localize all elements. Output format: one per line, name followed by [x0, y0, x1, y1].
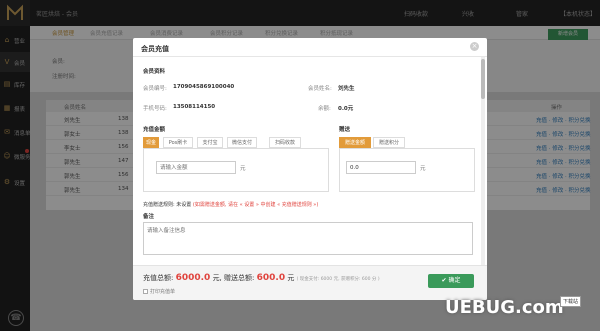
pay-scan-tab[interactable]: 扫码收款: [269, 137, 301, 148]
recharge-panel: 元: [143, 148, 329, 192]
amount-unit: 元: [240, 166, 246, 172]
print-checkbox[interactable]: 打印充值单: [143, 288, 175, 295]
gift-panel: 元: [339, 148, 475, 192]
recharge-heading: 充值金额: [143, 127, 166, 133]
dialog-title: 会员充值: [141, 45, 169, 53]
gift-amount-tab[interactable]: 赠送金额: [339, 137, 371, 148]
phone-value: 13508114150: [173, 104, 216, 110]
pay-pos-tab[interactable]: Pos刷卡: [163, 137, 193, 148]
recharge-dialog: 会员充值 × 会员资料 会员编号: 1709045869100040 会员姓名:…: [133, 38, 487, 300]
pay-cash-tab[interactable]: 现金: [143, 137, 159, 148]
gift-heading: 赠送: [339, 127, 351, 133]
card-label: 会员编号:: [143, 86, 167, 92]
card-value: 1709045869100040: [173, 84, 235, 90]
totals-line: 充值总额: 6000.0 元, 赠送总额: 600.0 元 ( 现金支付: 60…: [143, 273, 380, 283]
gift-unit: 元: [420, 166, 426, 172]
gift-total-value: 600.0: [256, 273, 286, 283]
balance-value: 0.0元: [338, 106, 354, 112]
close-icon[interactable]: ×: [470, 42, 479, 51]
amount-input[interactable]: [156, 161, 236, 174]
note-heading: 备注: [143, 214, 155, 220]
breakdown-text: ( 现金支付: 6000 元, 获赠积分: 600 分 ): [296, 277, 380, 282]
rule-label: 充值赠送规则: 未设置: [143, 202, 192, 208]
scrollbar-thumb[interactable]: [481, 59, 485, 99]
gift-amount-input[interactable]: [346, 161, 416, 174]
balance-label: 余额:: [318, 106, 331, 112]
dialog-footer: 充值总额: 6000.0 元, 赠送总额: 600.0 元 ( 现金支付: 60…: [133, 265, 487, 300]
rule-hint: (如需赠送金额, 请在 « 设置 » 中创建 « 充值赠送规则 »): [192, 202, 319, 208]
watermark-logo: UEBUG.com: [445, 297, 564, 318]
total-label: 充值总额:: [143, 274, 174, 282]
dialog-scrollbar[interactable]: [481, 57, 485, 265]
divider: [133, 56, 487, 57]
name-value: 刘先生: [338, 86, 355, 92]
phone-label: 手机号码:: [143, 106, 167, 112]
checkbox-box[interactable]: [143, 289, 148, 294]
gift-total-unit: 元: [287, 274, 295, 282]
name-label: 会员姓名:: [308, 86, 332, 92]
pay-alipay-tab[interactable]: 支付宝: [197, 137, 223, 148]
total-value: 6000.0: [175, 273, 211, 283]
watermark-badge: 下载站: [560, 296, 582, 307]
gift-points-tab[interactable]: 赠送积分: [373, 137, 405, 148]
check-icon: ✔: [441, 277, 447, 284]
gift-total-label: 赠送总额:: [224, 274, 255, 282]
gift-rule-text: 充值赠送规则: 未设置 (如需赠送金额, 请在 « 设置 » 中创建 « 充值赠…: [143, 201, 318, 208]
total-unit: 元,: [212, 274, 222, 282]
confirm-label: 确定: [448, 277, 461, 284]
member-info-heading: 会员资料: [143, 69, 166, 75]
pay-wechat-tab[interactable]: 微信支付: [227, 137, 257, 148]
note-textarea[interactable]: [143, 222, 473, 255]
print-label: 打印充值单: [150, 289, 176, 295]
confirm-button[interactable]: ✔ 确定: [428, 274, 474, 288]
